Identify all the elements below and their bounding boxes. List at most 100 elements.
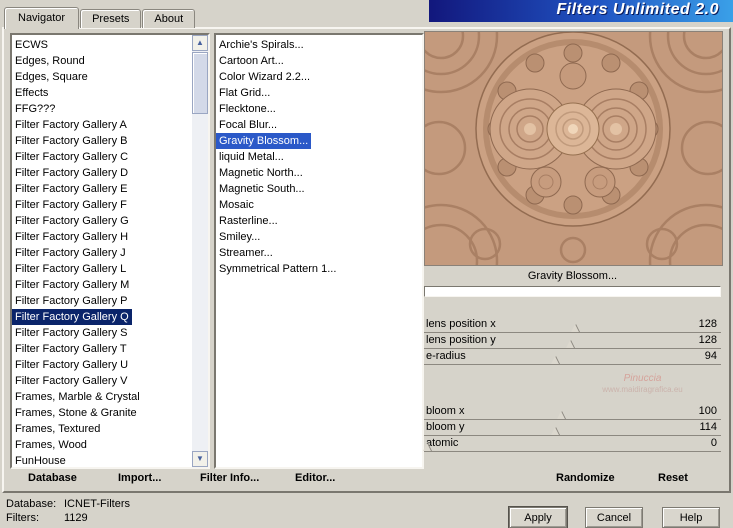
filter-item[interactable]: Symmetrical Pattern 1... [216,261,339,277]
watermark-line1: Pinuccia [623,373,662,384]
category-item[interactable]: Filter Factory Gallery V [12,373,130,389]
category-item[interactable]: Edges, Round [12,53,88,69]
category-item[interactable]: Filter Factory Gallery T [12,341,130,357]
filter-item[interactable]: Gravity Blossom... [216,133,312,149]
filter-listbox: Archie's Spirals... Cartoon Art... Color W… [214,33,424,469]
watermark: Pinuccia www.maidiragrafica.eu [564,373,721,395]
category-item[interactable]: Edges, Square [12,69,91,85]
status-filters-label: Filters: [6,512,39,524]
slider-label: lens position y [426,334,496,346]
category-item[interactable]: Filter Factory Gallery F [12,197,130,213]
slider-thumb[interactable] [556,411,565,419]
status-database: Database: ICNET-Filters [6,498,130,510]
category-item[interactable]: ECWS [12,37,51,53]
slider-thumb[interactable] [571,324,580,332]
category-item[interactable]: FFG??? [12,101,58,117]
slider-label: lens position x [426,318,496,330]
app-title: Filters Unlimited 2.0 [556,1,719,18]
scroll-up-icon: ▲ [196,38,204,47]
watermark-line2: www.maidiragrafica.eu [602,385,683,394]
scroll-up-button[interactable]: ▲ [192,35,208,51]
category-item[interactable]: Filter Factory Gallery J [12,245,129,261]
filter-item[interactable]: Magnetic North... [216,165,306,181]
filter-item[interactable]: Streamer... [216,245,276,261]
filter-item[interactable]: Color Wizard 2.2... [216,69,313,85]
slider-thumb[interactable] [565,340,574,348]
import-button[interactable]: Import... [114,470,165,486]
editor-button[interactable]: Editor... [291,470,339,486]
slider-row: bloom x 100 [424,404,721,420]
tab[interactable]: About [142,9,196,28]
filter-item[interactable]: Flecktone... [216,101,279,117]
slider-value: 128 [698,334,717,346]
slider-track[interactable] [424,364,721,365]
filter-item[interactable]: Focal Blur... [216,117,280,133]
slider-thumb[interactable] [550,427,559,435]
slider-row: lens position x 128 [424,317,721,333]
slider-track[interactable] [424,451,721,452]
category-item[interactable]: Filter Factory Gallery Q [12,309,132,325]
filter-info-button[interactable]: Filter Info... [196,470,263,486]
title-banner: Filters Unlimited 2.0 [429,0,733,22]
category-items: ECWS Edges, Round Edges, Square Effects FFG?… [12,35,192,467]
category-item[interactable]: Filter Factory Gallery A [12,117,130,133]
filter-item[interactable]: liquid Metal... [216,149,287,165]
filter-item[interactable]: Smiley... [216,229,263,245]
slider-value: 114 [699,421,717,433]
apply-button[interactable]: Apply [509,507,567,528]
filter-item[interactable]: Mosaic [216,197,257,213]
tab[interactable]: Navigator [4,7,80,29]
slider-row: lens position y 128 [424,333,721,349]
filter-item[interactable]: Cartoon Art... [216,53,287,69]
category-item[interactable]: Filter Factory Gallery G [12,213,132,229]
cancel-button[interactable]: Cancel [585,507,643,528]
filter-item[interactable]: Rasterline... [216,213,281,229]
help-button[interactable]: Help [662,507,720,528]
status-filters-value: 1129 [64,512,88,524]
category-item[interactable]: Filter Factory Gallery L [12,261,129,277]
database-button[interactable]: Database [24,470,81,486]
category-item[interactable]: Filter Factory Gallery C [12,149,131,165]
filter-item[interactable]: Archie's Spirals... [216,37,307,53]
category-item[interactable]: Filter Factory Gallery B [12,133,130,149]
tab[interactable]: Presets [80,9,142,28]
slider-value: 94 [704,350,717,362]
category-item[interactable]: FunHouse [12,453,69,467]
category-listbox: ECWS Edges, Round Edges, Square Effects FFG?… [10,33,210,469]
slider-value: 128 [698,318,717,330]
fractal-preview-graphic [425,32,722,265]
slider-thumb[interactable] [550,356,559,364]
reset-button[interactable]: Reset [654,470,692,486]
category-item[interactable]: Frames, Wood [12,437,90,453]
category-item[interactable]: Filter Factory Gallery U [12,357,131,373]
filter-item[interactable]: Magnetic South... [216,181,308,197]
randomize-button[interactable]: Randomize [552,470,619,486]
slider-label: bloom x [426,405,465,417]
status-database-value: ICNET-Filters [64,498,130,510]
category-item[interactable]: Effects [12,85,51,101]
filter-items: Archie's Spirals... Cartoon Art... Color W… [216,35,422,467]
slider-row: bloom y 114 [424,420,721,436]
progress-bar [424,286,721,297]
category-item[interactable]: Filter Factory Gallery H [12,229,131,245]
navigator-page: ECWS Edges, Round Edges, Square Effects FFG?… [2,27,731,493]
category-item[interactable]: Frames, Textured [12,421,103,437]
preview-image [424,31,723,266]
slider-row: atomic 0 [422,436,721,452]
filter-item[interactable]: Flat Grid... [216,85,273,101]
slider-group-2: bloom x 100 bloom y 114 atomic 0 [422,404,721,452]
slider-value: 100 [698,405,717,417]
slider-value: 0 [710,437,717,449]
status-database-label: Database: [6,498,57,510]
category-item[interactable]: Filter Factory Gallery P [12,293,130,309]
slider-thumb[interactable] [422,443,431,451]
category-item[interactable]: Filter Factory Gallery S [12,325,130,341]
scroll-down-button[interactable]: ▼ [192,451,208,467]
scrollbar-thumb[interactable] [192,52,208,114]
category-item[interactable]: Filter Factory Gallery M [12,277,132,293]
category-item[interactable]: Filter Factory Gallery E [12,181,130,197]
category-scrollbar: ▲ ▼ [192,35,208,467]
category-item[interactable]: Filter Factory Gallery D [12,165,131,181]
category-item[interactable]: Frames, Marble & Crystal [12,389,143,405]
category-item[interactable]: Frames, Stone & Granite [12,405,140,421]
